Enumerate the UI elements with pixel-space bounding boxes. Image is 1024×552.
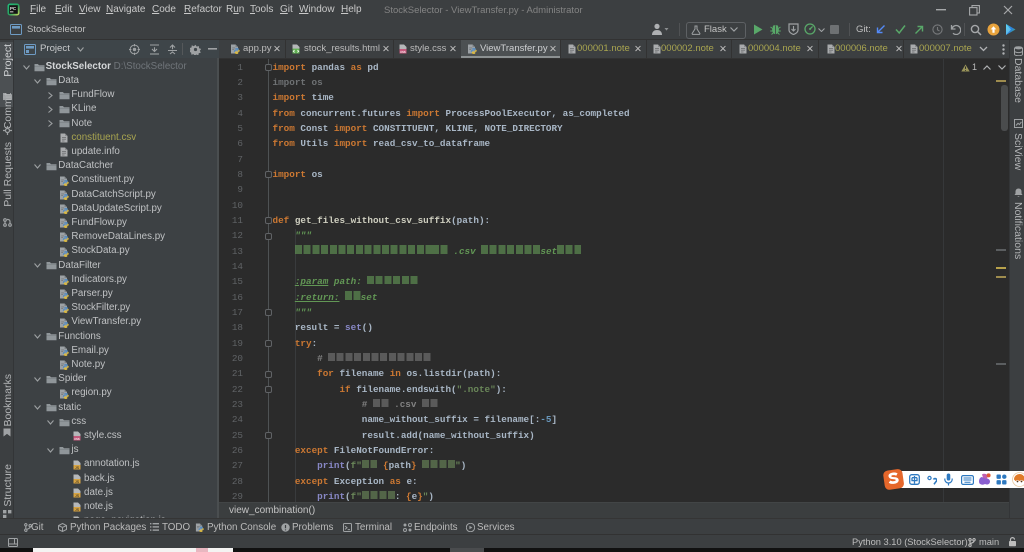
svg-text:PC: PC: [10, 6, 17, 11]
